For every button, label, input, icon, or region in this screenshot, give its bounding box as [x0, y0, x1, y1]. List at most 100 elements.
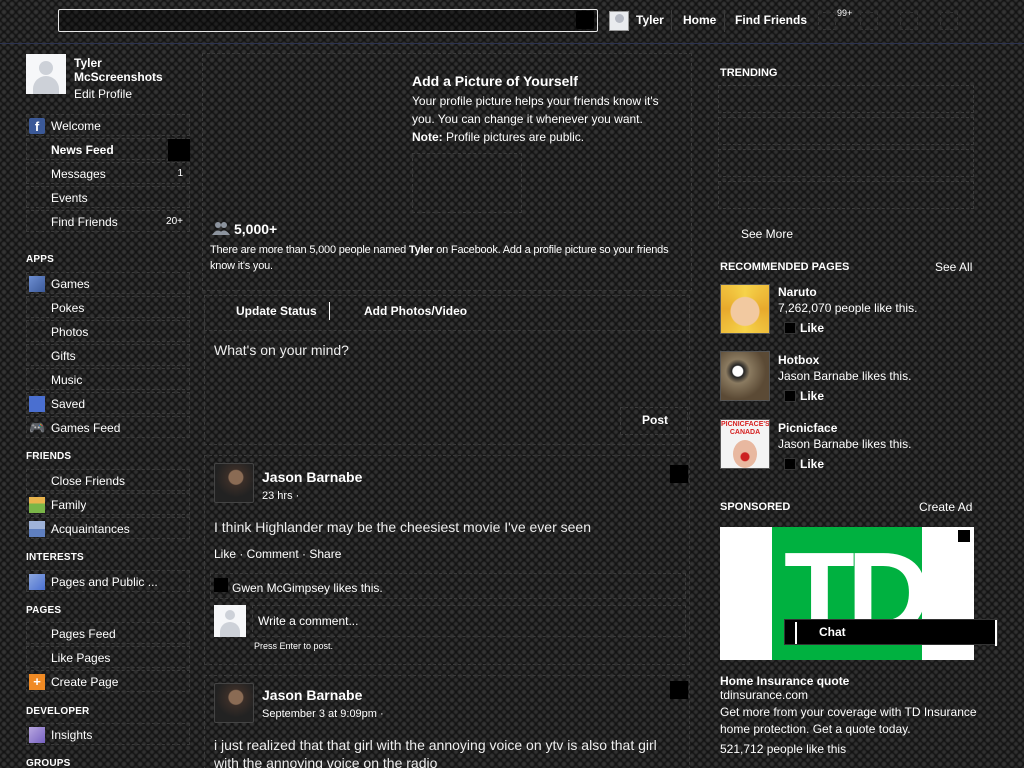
bookmark-icon	[29, 396, 45, 412]
profile-picture[interactable]	[26, 54, 66, 94]
story-actions[interactable]: Like · Comment · Share	[214, 547, 341, 561]
sidebar-item-label: Games Feed	[51, 421, 121, 435]
sidebar-item-messages[interactable]: Messages 1	[26, 162, 190, 184]
section-heading-interests[interactable]: INTERESTS	[26, 552, 84, 563]
sidebar-item-events[interactable]: Events	[26, 186, 190, 208]
like-page-button[interactable]: Like	[800, 457, 824, 471]
trending-item[interactable]	[718, 149, 974, 177]
sidebar-item-close-friends[interactable]: Close Friends	[26, 469, 190, 491]
sidebar-item-label: Welcome	[51, 119, 101, 133]
add-picture-title: Add a Picture of Yourself	[412, 73, 578, 89]
author-name[interactable]: Jason Barnabe	[262, 469, 362, 485]
people-text-part: There are more than 5,000 people named	[210, 244, 409, 256]
find-friends-link[interactable]: Find Friends	[735, 13, 807, 27]
trending-item[interactable]	[718, 85, 974, 113]
section-heading-groups[interactable]: GROUPS	[26, 758, 71, 768]
page-name[interactable]: Naruto	[778, 285, 817, 299]
sidebar-item-label: Music	[51, 373, 83, 387]
more-options-icon[interactable]	[168, 139, 190, 161]
sidebar-item-music[interactable]: Music	[26, 368, 190, 390]
sidebar-item-welcome[interactable]: f Welcome	[26, 114, 190, 136]
sidebar-item-pages-feed[interactable]: Pages Feed	[26, 622, 190, 644]
page-name[interactable]: Hotbox	[778, 353, 819, 367]
sidebar-item-pokes[interactable]: Pokes	[26, 296, 190, 318]
edit-profile-link[interactable]: Edit Profile	[74, 87, 132, 101]
sidebar-item-label: Messages	[51, 167, 106, 181]
trending-item[interactable]	[718, 117, 974, 145]
section-heading-apps[interactable]: APPS	[26, 254, 54, 265]
sidebar-item-label: Saved	[51, 397, 86, 411]
section-heading-friends[interactable]: FRIENDS	[26, 451, 71, 462]
picnicface-page-thumbnail[interactable]: PICNICFACE'S CANADA	[720, 419, 770, 469]
sidebar-item-acquaintances[interactable]: Acquaintances	[26, 517, 190, 539]
like-page-button[interactable]: Like	[800, 321, 824, 335]
add-picture-line: Your profile picture helps your friends …	[412, 94, 659, 108]
sidebar-item-label: Find Friends	[51, 215, 118, 229]
page-likes: 7,262,070 people like this.	[778, 301, 918, 315]
create-ad-link[interactable]: Create Ad	[919, 500, 972, 514]
sidebar-item-pages-public[interactable]: Pages and Public ...	[26, 570, 190, 592]
ad-title[interactable]: Home Insurance quote	[720, 674, 849, 688]
section-heading-developer[interactable]: DEVELOPER	[26, 706, 89, 717]
sidebar-item-find-friends[interactable]: Find Friends 20+	[26, 210, 190, 232]
sidebar-item-label: Gifts	[51, 349, 76, 363]
author-name[interactable]: Jason Barnabe	[262, 687, 362, 703]
settings-icon[interactable]	[940, 12, 958, 30]
count-badge: 20+	[166, 216, 183, 227]
likes-text[interactable]: Gwen McGimpsey likes this.	[232, 581, 383, 595]
sidebar-item-label: Like Pages	[51, 651, 111, 665]
user-avatar[interactable]	[609, 11, 629, 31]
story-timestamp[interactable]: 23 hrs ·	[262, 490, 299, 502]
sidebar-item-gifts[interactable]: Gifts	[26, 344, 190, 366]
hotbox-page-thumbnail[interactable]	[720, 351, 770, 401]
page-name[interactable]: Picnicface	[778, 421, 837, 435]
chat-bar[interactable]: Chat	[784, 619, 998, 646]
naruto-page-thumbnail[interactable]	[720, 284, 770, 334]
sidebar-item-photos[interactable]: Photos	[26, 320, 190, 342]
sidebar-item-label: Games	[51, 277, 90, 291]
search-input[interactable]	[58, 9, 598, 32]
status-input[interactable]: What's on your mind?	[214, 342, 349, 358]
upload-photo-button[interactable]	[412, 153, 522, 213]
sidebar-item-games[interactable]: Games	[26, 272, 190, 294]
news-feed: Add a Picture of Yourself Your profile p…	[202, 45, 698, 768]
press-enter-hint: Press Enter to post.	[254, 641, 334, 651]
home-link[interactable]: Home	[683, 13, 716, 27]
sidebar-item-label: Pokes	[51, 301, 85, 315]
profile-name[interactable]: Tyler McScreenshots	[74, 56, 174, 84]
add-picture-line: you. You can change it whenever you want…	[412, 112, 643, 126]
chevron-down-icon[interactable]	[670, 681, 688, 699]
author-avatar[interactable]	[214, 683, 254, 723]
like-page-button[interactable]: Like	[800, 389, 824, 403]
chat-label: Chat	[819, 625, 846, 639]
messages-icon[interactable]	[860, 12, 878, 30]
chevron-down-icon[interactable]	[670, 465, 688, 483]
author-avatar[interactable]	[214, 463, 254, 503]
story-timestamp[interactable]: September 3 at 9:09pm ·	[262, 708, 384, 720]
trending-item[interactable]	[718, 181, 974, 209]
ad-likes: 521,712 people like this	[720, 742, 847, 756]
sidebar-item-create-page[interactable]: + Create Page	[26, 670, 190, 692]
see-all-link[interactable]: See All	[935, 260, 972, 274]
profile-link[interactable]: Tyler	[636, 13, 664, 27]
friend-requests-icon[interactable]	[818, 12, 836, 30]
people-icon	[212, 222, 230, 235]
sidebar-item-saved[interactable]: Saved	[26, 392, 190, 414]
see-more-link[interactable]: See More	[741, 227, 793, 241]
notifications-icon[interactable]	[900, 12, 918, 30]
sidebar-item-label: News Feed	[51, 143, 114, 157]
tab-update-status[interactable]: Update Status	[236, 304, 317, 318]
sidebar-item-like-pages[interactable]: Like Pages	[26, 646, 190, 668]
sidebar-item-news-feed[interactable]: News Feed	[26, 138, 190, 160]
close-icon[interactable]	[958, 530, 970, 542]
sidebar-item-insights[interactable]: Insights	[26, 723, 190, 745]
search-icon[interactable]	[576, 11, 594, 29]
comment-input[interactable]: Write a comment...	[258, 614, 358, 628]
ad-url[interactable]: tdinsurance.com	[720, 688, 808, 702]
section-heading-pages[interactable]: PAGES	[26, 605, 61, 616]
sidebar-item-family[interactable]: Family	[26, 493, 190, 515]
post-button[interactable]: Post	[642, 413, 668, 427]
tab-add-photos[interactable]: Add Photos/Video	[364, 304, 467, 318]
sidebar-item-games-feed[interactable]: 🎮 Games Feed	[26, 416, 190, 438]
count-badge: 1	[177, 168, 183, 179]
